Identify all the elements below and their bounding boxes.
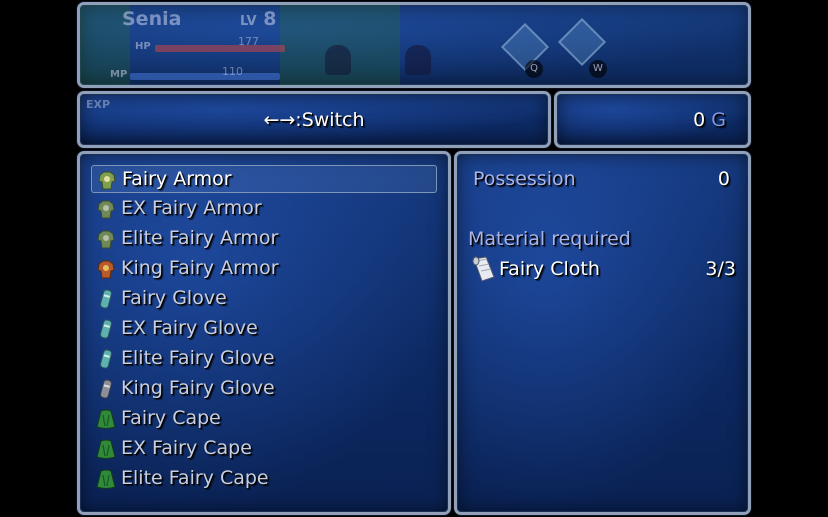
item-label: Elite Fairy Cape — [121, 467, 269, 489]
material-count: 3/3 — [705, 258, 736, 280]
list-item-fairy-glove[interactable]: Fairy Glove — [91, 285, 437, 313]
possession-value: 0 — [717, 168, 730, 190]
item-label: King Fairy Glove — [121, 377, 275, 399]
item-label: King Fairy Armor — [121, 257, 279, 279]
key-q: Q — [525, 60, 543, 78]
item-detail-window: Possession 0 Material required Fairy Clo… — [454, 151, 751, 515]
hp-value: 177 — [238, 35, 259, 48]
list-item-elite-fairy-armor[interactable]: Elite Fairy Armor — [91, 225, 437, 253]
list-item-fairy-armor[interactable]: Fairy Armor — [91, 165, 437, 193]
level-value: 8 — [263, 8, 277, 30]
cape-icon — [96, 409, 116, 429]
item-label: EX Fairy Cape — [121, 437, 252, 459]
item-label: Elite Fairy Glove — [121, 347, 275, 369]
list-item-elite-fairy-glove[interactable]: Elite Fairy Glove — [91, 345, 437, 373]
fairy-armor-icon — [97, 230, 115, 249]
gold-unit: G — [711, 109, 726, 131]
list-item-king-fairy-armor[interactable]: King Fairy Armor — [91, 255, 437, 283]
item-label: Elite Fairy Armor — [121, 227, 279, 249]
fairy-armor-icon — [97, 200, 115, 219]
item-list-window: Fairy Armor EX Fairy Armor Elite Fairy A… — [77, 151, 451, 515]
item-label: EX Fairy Armor — [121, 197, 262, 219]
level-label: LV — [240, 14, 257, 29]
list-item-ex-fairy-glove[interactable]: EX Fairy Glove — [91, 315, 437, 343]
cape-icon — [96, 439, 116, 459]
key-w: W — [589, 60, 607, 78]
item-label: Fairy Cape — [121, 407, 221, 429]
material-name: Fairy Cloth — [499, 258, 600, 280]
list-item-ex-fairy-armor[interactable]: EX Fairy Armor — [91, 195, 437, 223]
list-item-elite-fairy-cape[interactable]: Elite Fairy Cape — [91, 465, 437, 493]
king-armor-icon — [97, 260, 115, 279]
item-label: Fairy Armor — [122, 168, 232, 190]
glove-icon — [99, 319, 113, 339]
material-heading: Material required — [468, 228, 631, 250]
mp-value: 110 — [222, 65, 243, 78]
item-label: Fairy Glove — [121, 287, 227, 309]
gray-glove-icon — [99, 379, 113, 399]
hp-label: HP — [135, 41, 151, 52]
list-item-fairy-cape[interactable]: Fairy Cape — [91, 405, 437, 433]
switch-hint: ←→:Switch — [263, 109, 365, 131]
list-item-ex-fairy-cape[interactable]: EX Fairy Cape — [91, 435, 437, 463]
gold-display: 0G — [693, 109, 726, 131]
help-window: EXP ←→:Switch — [77, 91, 551, 148]
cloth-scroll-icon — [472, 256, 495, 282]
gold-amount: 0 — [693, 109, 706, 131]
mp-bar — [130, 73, 280, 80]
character-name: Senia — [122, 8, 182, 30]
hp-bar — [155, 45, 285, 52]
cape-icon — [96, 469, 116, 489]
enemy-sprite — [325, 45, 351, 75]
item-label: EX Fairy Glove — [121, 317, 258, 339]
mp-label: MP — [110, 69, 128, 80]
gold-window: 0G — [554, 91, 751, 148]
character-level: LV 8 — [240, 8, 276, 30]
fairy-armor-icon — [98, 171, 116, 190]
status-window: Senia LV 8 HP 177 MP 110 Q W — [77, 2, 751, 88]
glove-icon — [99, 289, 113, 309]
possession-label: Possession — [473, 168, 576, 190]
enemy-sprite — [405, 45, 431, 75]
list-item-king-fairy-glove[interactable]: King Fairy Glove — [91, 375, 437, 403]
glove-icon — [99, 349, 113, 369]
